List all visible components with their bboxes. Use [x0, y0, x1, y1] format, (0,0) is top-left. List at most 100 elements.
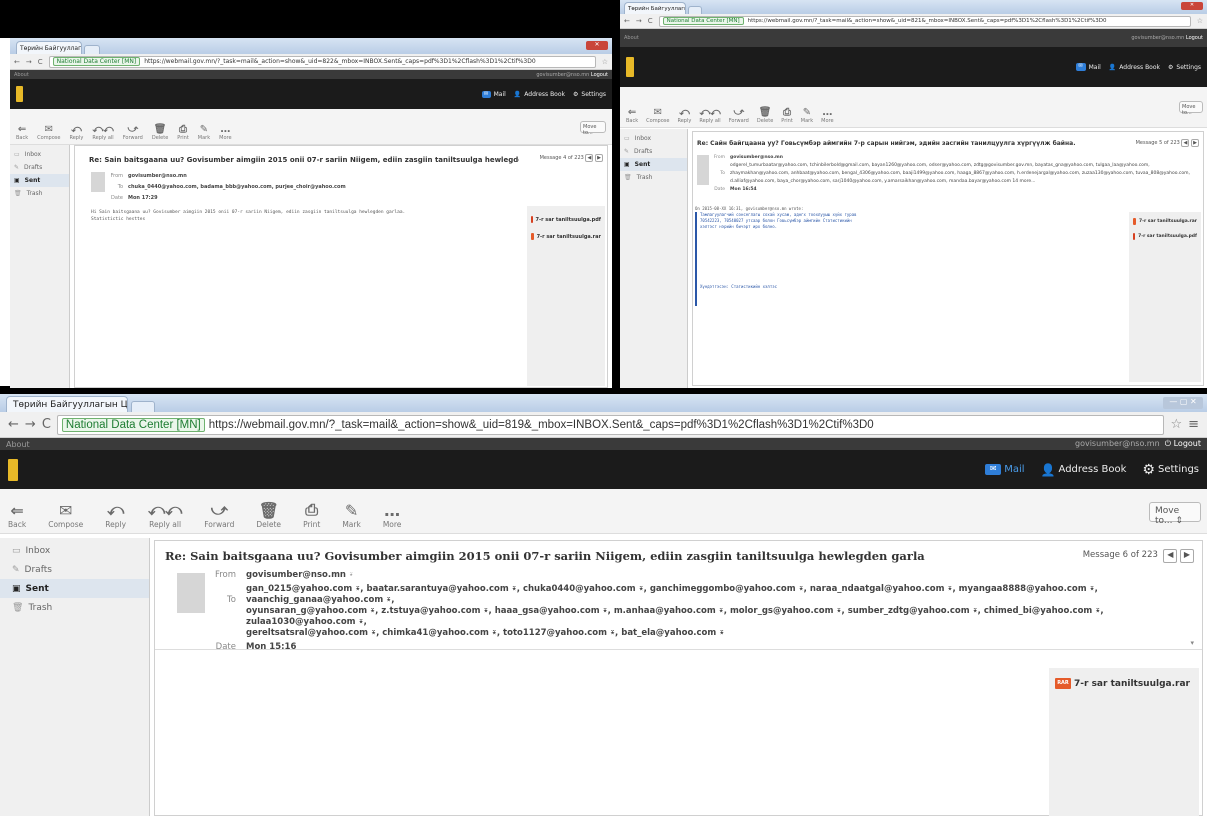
folder-trash[interactable]: 🗑 Trash — [0, 598, 149, 617]
folder-trash[interactable]: 🗑 Trash — [620, 171, 687, 184]
prev-message-button[interactable]: ◀ — [1163, 549, 1178, 563]
window-close-icon[interactable]: ✕ — [1181, 2, 1203, 10]
about-link[interactable]: About — [624, 35, 639, 41]
back-nav-icon[interactable]: ← — [8, 417, 19, 432]
forward-button[interactable]: ⤻ Forward — [123, 124, 143, 141]
nav-settings[interactable]: ⚙ Settings — [1142, 462, 1199, 478]
forward-nav-icon[interactable]: → — [636, 17, 642, 25]
mark-button[interactable]: ✎ Mark — [801, 107, 813, 124]
logout-link[interactable]: ⏻ Logout — [1165, 439, 1201, 448]
more-button[interactable]: … More — [821, 107, 833, 124]
mark-button[interactable]: ✎ Mark — [198, 124, 210, 141]
folder-sent[interactable]: ▣ Sent — [10, 174, 69, 187]
browser-tab[interactable]: Төрийн Байгууллагын Ц× — [16, 41, 82, 54]
reply-all-button[interactable]: ⤺⤺ Reply all — [92, 124, 113, 141]
forward-nav-icon[interactable]: → — [26, 58, 32, 66]
attachment-item[interactable]: 7-r sar taniltsuulga.rar — [1133, 218, 1197, 225]
nav-address-book[interactable]: 👤 Address Book — [1109, 64, 1160, 71]
nav-address-book[interactable]: 👤 Address Book — [514, 91, 565, 98]
attachment-item[interactable]: RAR 7-r sar taniltsuulga.rar — [1055, 678, 1193, 689]
folder-trash[interactable]: 🗑 Trash — [10, 187, 69, 200]
new-tab-button[interactable] — [688, 6, 702, 14]
more-button[interactable]: … More — [219, 124, 231, 141]
nav-settings[interactable]: ⚙ Settings — [573, 91, 606, 98]
url-field[interactable]: National Data Center [MN] https://webmai… — [48, 55, 596, 68]
from-value[interactable]: govisumber@nso.mn — [730, 154, 783, 162]
to-line-3[interactable]: gereltsatsral@yahoo.com ⍣, chimka41@yaho… — [246, 628, 1201, 639]
back-nav-icon[interactable]: ← — [624, 17, 630, 25]
attachment-item[interactable]: 7-r sar taniltsuulga.rar — [531, 233, 601, 240]
folder-drafts[interactable]: ✎ Drafts — [10, 161, 69, 174]
back-button[interactable]: ⇐ Back — [16, 124, 28, 141]
folder-sent[interactable]: ▣ Sent — [0, 579, 149, 598]
next-message-button[interactable]: ▶ — [595, 154, 603, 162]
next-message-button[interactable]: ▶ — [1191, 139, 1199, 147]
to-value[interactable]: chuka_0440@yahoo.com, badama_bbb@yahoo.c… — [128, 182, 346, 193]
reload-icon[interactable]: C — [42, 417, 51, 432]
print-button[interactable]: ⎙ Print — [177, 124, 189, 141]
url-field[interactable]: National Data Center [MN] https://webmai… — [56, 414, 1165, 435]
reload-icon[interactable]: C — [38, 58, 43, 66]
more-button[interactable]: … More — [383, 501, 402, 529]
from-value[interactable]: govisumber@nso.mn — [246, 570, 346, 581]
to-line-1[interactable]: gan_0215@yahoo.com ⍣, baatar.sarantuya@y… — [246, 584, 1201, 606]
nav-settings[interactable]: ⚙ Settings — [1168, 64, 1201, 71]
attachment-item[interactable]: 7-r sar taniltsuulga.pdf — [531, 216, 601, 223]
reply-button[interactable]: ⤺ Reply — [677, 107, 691, 124]
folder-drafts[interactable]: ✎ Drafts — [0, 560, 149, 579]
delete-button[interactable]: 🗑 Delete — [152, 124, 168, 141]
from-value[interactable]: govisumber@nso.mn — [128, 171, 187, 182]
forward-button[interactable]: ⤻ Forward — [729, 107, 749, 124]
browser-tab[interactable]: Төрийн Байгууллагын Ц× — [6, 396, 128, 412]
print-button[interactable]: ⎙ Print — [303, 500, 320, 529]
bookmark-star-icon[interactable]: ☆ — [602, 58, 608, 66]
to-line-2[interactable]: oyunsaran_g@yahoo.com ⍣, z.tstuya@yahoo.… — [246, 606, 1201, 628]
folder-inbox[interactable]: ▭ Inbox — [0, 541, 149, 560]
compose-button[interactable]: ✉ Compose — [646, 107, 669, 124]
bookmark-star-icon[interactable]: ☆ — [1170, 417, 1182, 432]
forward-nav-icon[interactable]: → — [25, 417, 36, 432]
compose-button[interactable]: ✉ Compose — [48, 501, 83, 529]
folder-sent[interactable]: ▣ Sent — [620, 158, 687, 171]
folder-inbox[interactable]: ▭ Inbox — [620, 132, 687, 145]
about-link[interactable]: About — [14, 72, 29, 78]
window-close-icon[interactable]: ✕ — [586, 41, 608, 50]
folder-drafts[interactable]: ✎ Drafts — [620, 145, 687, 158]
headers-toggle-icon[interactable]: ▾ — [1190, 639, 1194, 647]
move-to-select[interactable]: Move to... ⇕ — [1149, 502, 1201, 526]
about-link[interactable]: About — [6, 440, 30, 449]
nav-mail[interactable]: ✉ Mail — [481, 90, 506, 98]
attachment-item[interactable]: 7-r sar taniltsuulga.pdf — [1133, 233, 1197, 240]
prev-message-button[interactable]: ◀ — [585, 154, 594, 162]
back-nav-icon[interactable]: ← — [14, 58, 20, 66]
window-close-icon[interactable]: — ▢ ✕ — [1163, 397, 1203, 409]
delete-button[interactable]: 🗑 Delete — [256, 501, 281, 529]
back-button[interactable]: ⇐ Back — [626, 107, 638, 124]
new-tab-button[interactable] — [84, 45, 100, 54]
reload-icon[interactable]: C — [648, 17, 653, 25]
next-message-button[interactable]: ▶ — [1180, 549, 1194, 563]
logout-link[interactable]: Logout — [1186, 35, 1203, 41]
nav-address-book[interactable]: 👤 Address Book — [1041, 463, 1127, 477]
prev-message-button[interactable]: ◀ — [1181, 139, 1190, 147]
back-button[interactable]: ⇐ Back — [8, 501, 26, 529]
mark-button[interactable]: ✎ Mark — [342, 501, 361, 529]
nav-mail[interactable]: ✉ Mail — [1075, 63, 1101, 71]
bookmark-star-icon[interactable]: ☆ — [1197, 17, 1203, 25]
add-contact-icon[interactable]: ⍣ — [346, 570, 354, 581]
menu-icon[interactable]: ≡ — [1188, 417, 1199, 432]
reply-all-button[interactable]: ⤺⤺ Reply all — [699, 107, 720, 124]
reply-all-button[interactable]: ⤺⤺ Reply all — [148, 500, 182, 529]
folder-inbox[interactable]: ▭ Inbox — [10, 148, 69, 161]
to-value[interactable]: odgerel_tumurbaatar@yahoo.com, tchinbile… — [730, 162, 1199, 186]
move-to-select[interactable]: Move to... — [1179, 101, 1203, 116]
reply-button[interactable]: ⤺ Reply — [105, 500, 126, 529]
new-tab-button[interactable] — [131, 401, 155, 412]
browser-tab[interactable]: Төрийн Байгууллагын Ц× — [624, 2, 686, 14]
print-button[interactable]: ⎙ Print — [781, 107, 793, 124]
forward-button[interactable]: ⤻ Forward — [204, 500, 234, 529]
nav-mail[interactable]: ✉ Mail — [985, 464, 1025, 475]
url-field[interactable]: National Data Center [MN] https://webmai… — [658, 15, 1191, 27]
reply-button[interactable]: ⤺ Reply — [69, 124, 83, 141]
compose-button[interactable]: ✉ Compose — [37, 124, 60, 141]
